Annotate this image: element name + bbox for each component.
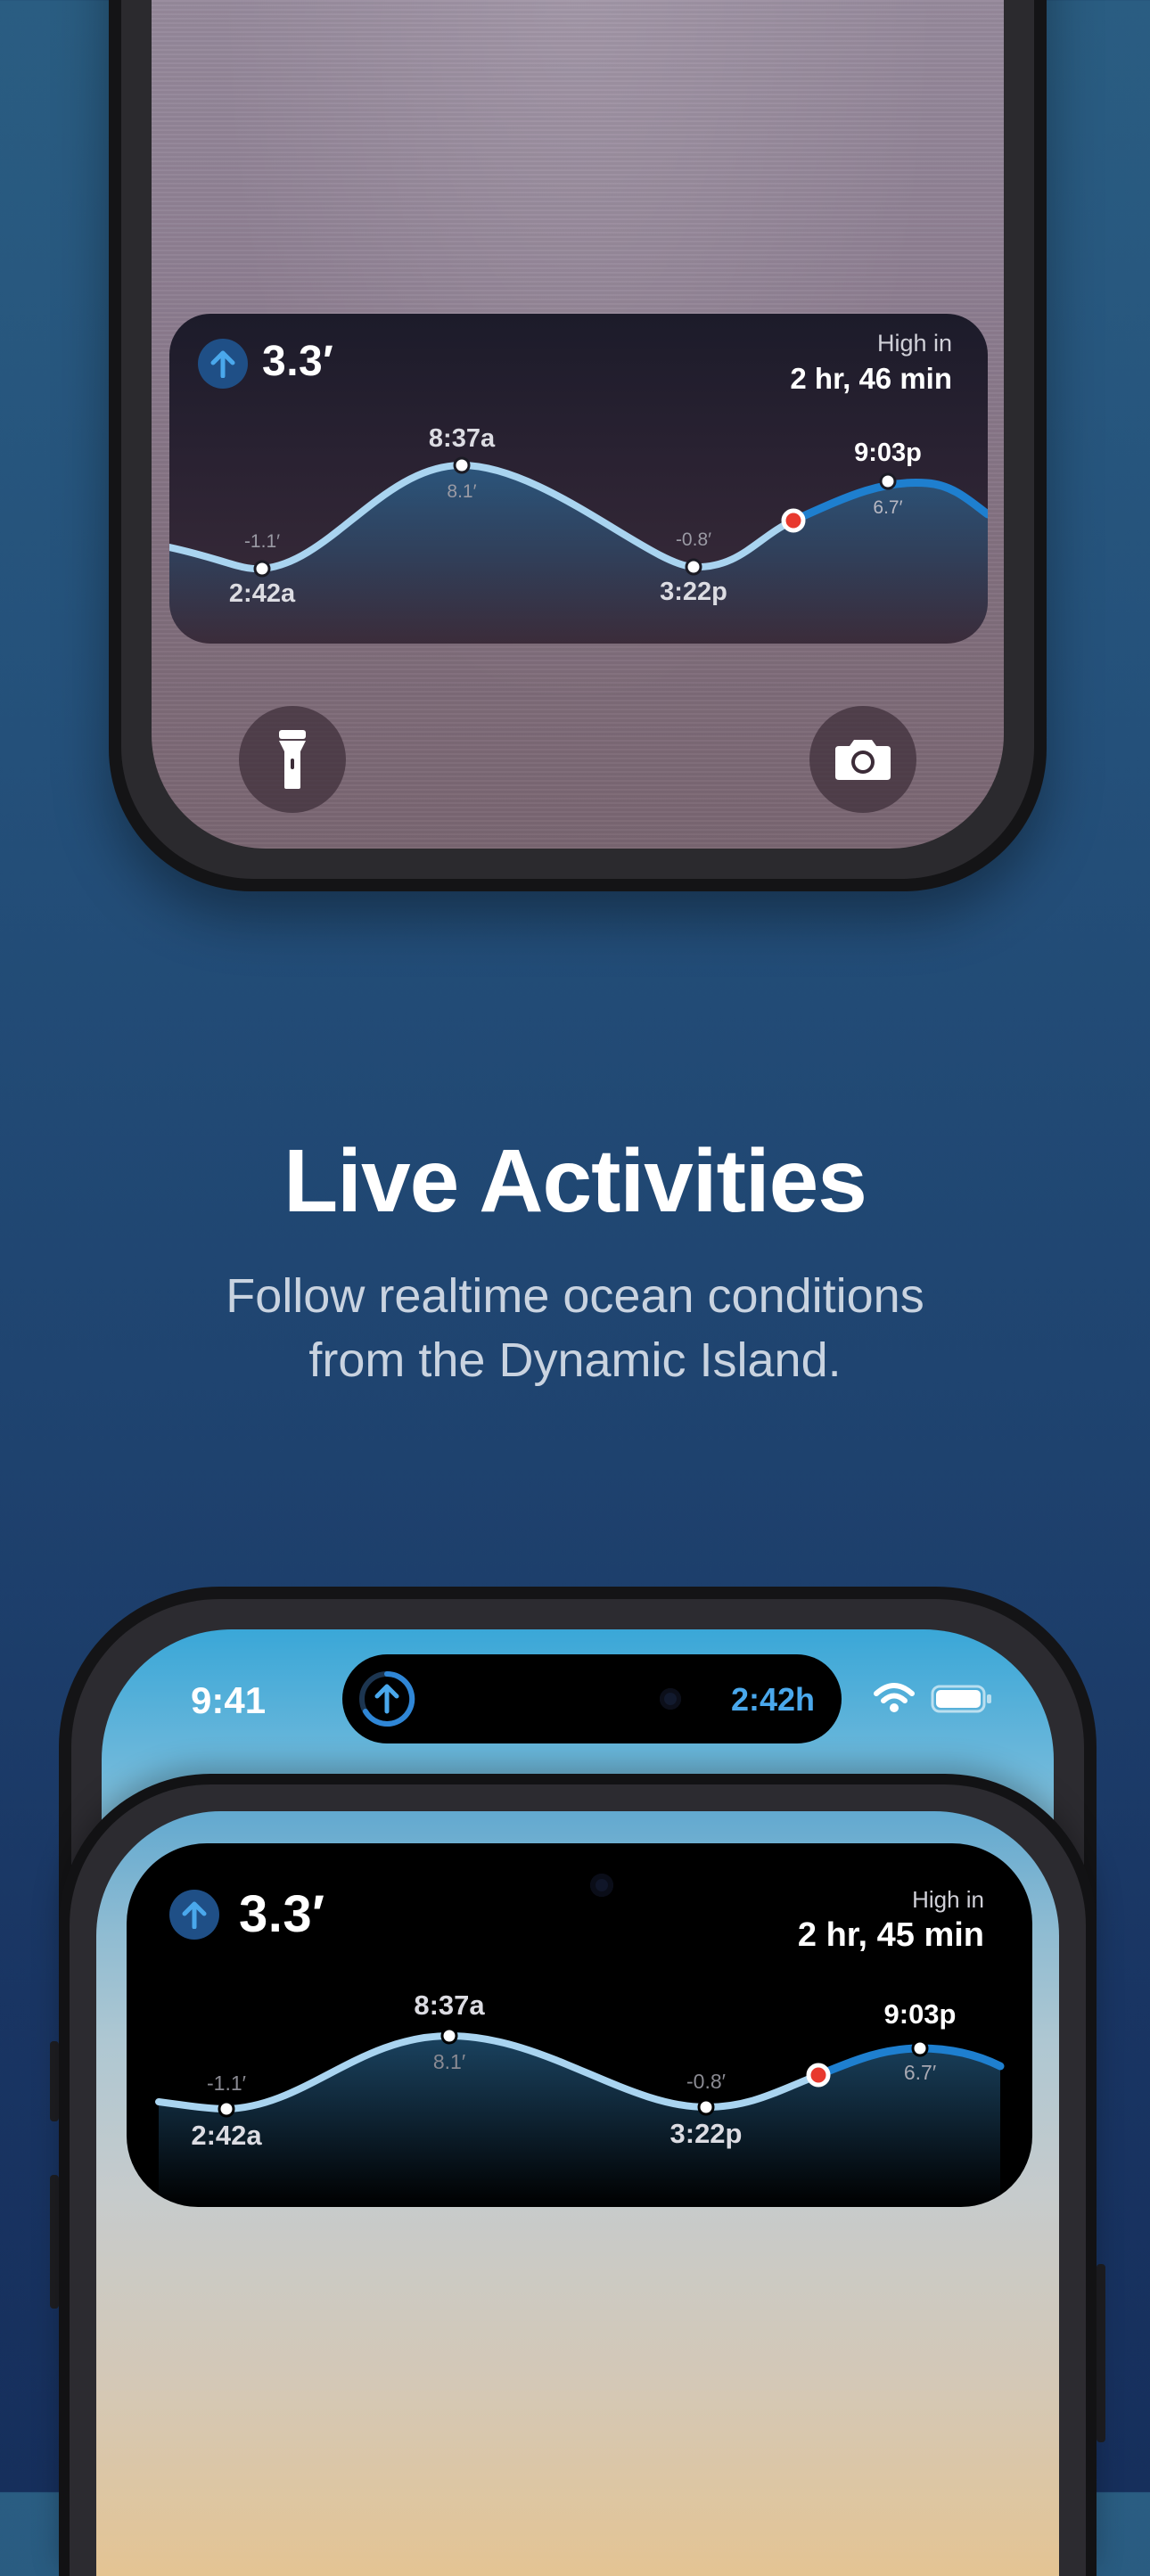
tide-time-label: 2:42a bbox=[228, 579, 296, 608]
subline-line-1: Follow realtime ocean conditions bbox=[226, 1269, 924, 1323]
tide-point-high bbox=[440, 2027, 458, 2045]
tide-point-low bbox=[697, 2098, 715, 2116]
wifi-icon bbox=[874, 1683, 915, 1718]
camera-icon bbox=[835, 740, 891, 780]
tide-point-low bbox=[685, 558, 702, 576]
arrow-up-icon bbox=[198, 339, 248, 389]
camera-button[interactable] bbox=[809, 706, 916, 813]
tide-point-high bbox=[911, 2039, 929, 2057]
camera-sensor bbox=[590, 1874, 613, 1897]
status-time: 9:41 bbox=[191, 1679, 267, 1721]
arrow-up-icon bbox=[169, 1890, 219, 1940]
next-tide-label: High in bbox=[912, 1886, 984, 1913]
battery-icon bbox=[931, 1685, 993, 1718]
tide-live-activity-expanded[interactable]: 3.3′ High in 2 hr, 45 min 2:42a -1.1′ 8:… bbox=[127, 1843, 1032, 2207]
tide-point-high bbox=[879, 472, 897, 490]
flashlight-icon bbox=[279, 730, 306, 789]
tide-live-activity-card[interactable]: 3.3′ High in 2 hr, 46 min 2:42a -1.1′ 8:… bbox=[169, 314, 988, 644]
tide-time-label: 3:22p bbox=[660, 578, 727, 606]
tide-time-label: 3:22p bbox=[669, 2118, 743, 2149]
tide-time-label: 8:37a bbox=[414, 1989, 485, 2021]
next-tide-label: High in bbox=[876, 330, 952, 357]
flashlight-button[interactable] bbox=[239, 706, 346, 813]
dynamic-island[interactable]: 2:42h bbox=[342, 1654, 842, 1743]
tide-height-label: -1.1′ bbox=[207, 2071, 246, 2095]
subline: Follow realtime ocean conditions from th… bbox=[0, 1264, 1150, 1392]
subline-line-2: from the Dynamic Island. bbox=[308, 1333, 842, 1387]
headline: Live Activities bbox=[283, 1131, 867, 1231]
camera-sensor bbox=[660, 1688, 681, 1710]
tide-point-high bbox=[453, 456, 471, 474]
next-tide-countdown: 2 hr, 45 min bbox=[797, 1916, 984, 1954]
side-button bbox=[50, 2041, 59, 2121]
tide-arrow-up-icon bbox=[355, 1667, 419, 1731]
tide-time-label: 2:42a bbox=[191, 2120, 262, 2151]
tide-height-label: 6.7′ bbox=[873, 497, 903, 518]
side-button bbox=[1097, 2264, 1105, 2442]
tide-time-label: 9:03p bbox=[883, 1998, 957, 2030]
tide-time-label: 8:37a bbox=[428, 424, 496, 453]
current-tide-height: 3.3′ bbox=[262, 338, 334, 385]
tide-point-low bbox=[218, 2100, 235, 2118]
current-tide-height: 3.3′ bbox=[239, 1885, 325, 1943]
tide-height-label: 8.1′ bbox=[432, 2050, 466, 2073]
tide-height-label: 6.7′ bbox=[903, 2061, 937, 2084]
tide-height-label: -0.8′ bbox=[686, 2070, 726, 2093]
tide-height-label: -1.1′ bbox=[243, 531, 281, 552]
tide-point-low bbox=[253, 560, 271, 578]
current-time-marker bbox=[781, 508, 806, 533]
tide-height-label: -0.8′ bbox=[675, 529, 712, 550]
tide-time-label: 9:03p bbox=[854, 439, 922, 467]
side-button bbox=[50, 2175, 59, 2309]
current-time-marker bbox=[806, 2063, 831, 2088]
tide-height-label: 8.1′ bbox=[447, 481, 477, 502]
dynamic-island-time: 2:42h bbox=[731, 1681, 816, 1718]
next-tide-countdown: 2 hr, 46 min bbox=[790, 362, 952, 395]
